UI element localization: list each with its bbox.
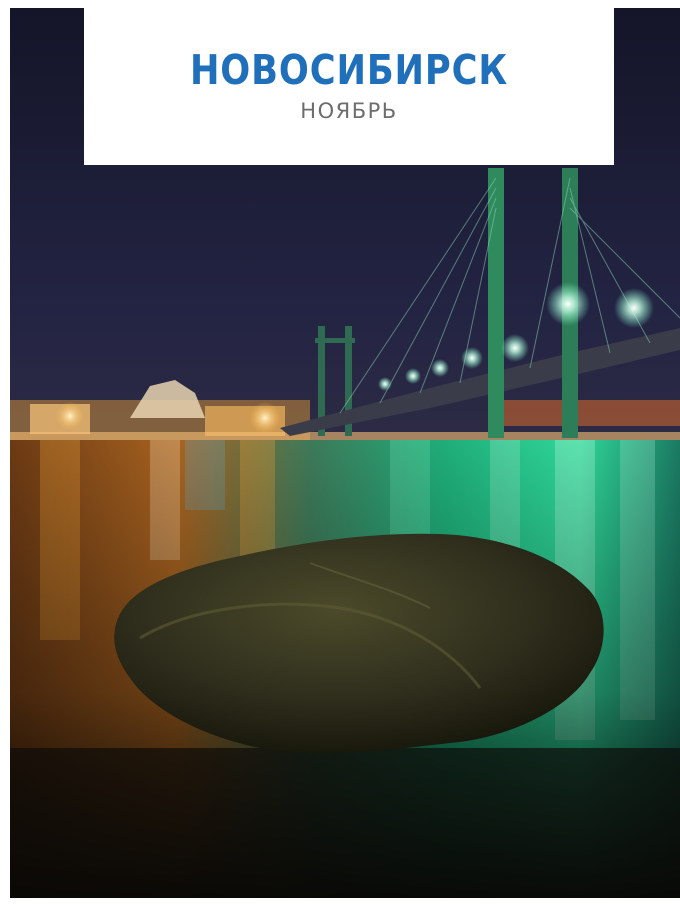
month-subtitle: НОЯБРЬ xyxy=(300,99,398,123)
title-card: НОВОСИБИРСК НОЯБРЬ xyxy=(84,8,614,165)
city-title: НОВОСИБИРСК xyxy=(189,46,509,94)
